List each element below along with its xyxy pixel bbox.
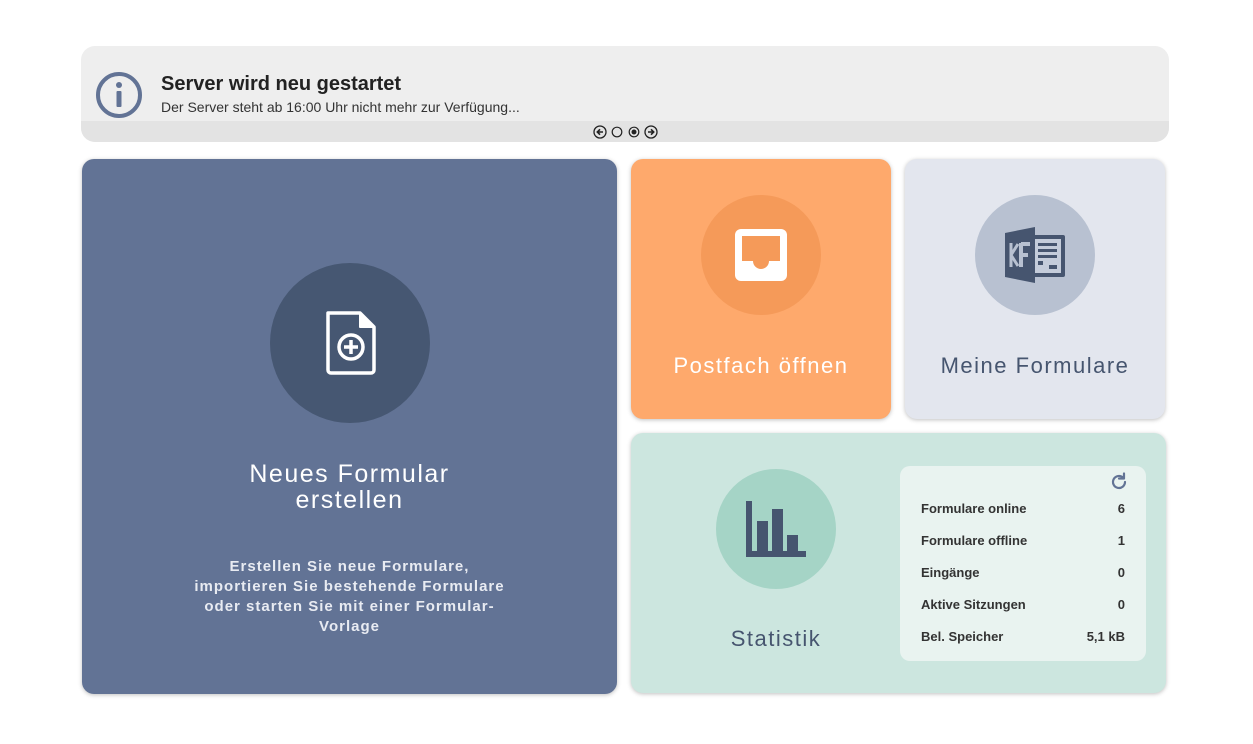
inbox-title: Postfach öffnen bbox=[673, 353, 849, 378]
stat-value: 6 bbox=[1117, 501, 1125, 516]
statistics-title: Statistik bbox=[730, 626, 822, 651]
stat-value: 0 bbox=[1117, 565, 1125, 580]
my-forms-title: Meine Formulare bbox=[940, 353, 1130, 378]
stat-row-forms-offline: Formulare offline 1 bbox=[921, 533, 1125, 553]
inbox-icon-circle bbox=[701, 195, 821, 315]
arrow-left-circle-icon[interactable] bbox=[592, 124, 607, 139]
notification-banner: Server wird neu gestartet Der Server ste… bbox=[81, 46, 1169, 142]
stat-value: 5,1 kB bbox=[1086, 629, 1125, 644]
stat-value: 0 bbox=[1117, 597, 1125, 612]
my-forms-icon-circle bbox=[975, 195, 1095, 315]
arrow-right-circle-icon[interactable] bbox=[643, 124, 658, 139]
bar-chart-icon bbox=[746, 501, 806, 557]
new-form-desc-line1: Erstellen Sie neue Formulare, bbox=[229, 558, 470, 575]
stat-row-used-storage: Bel. Speicher 5,1 kB bbox=[921, 629, 1125, 649]
stat-row-active-sessions: Aktive Sitzungen 0 bbox=[921, 597, 1125, 617]
my-forms-tile[interactable]: Meine Formulare bbox=[905, 159, 1165, 419]
new-form-title: Neues Formular erstellen bbox=[82, 461, 617, 513]
banner-text: Der Server steht ab 16:00 Uhr nicht mehr… bbox=[161, 99, 520, 115]
stat-row-forms-online: Formulare online 6 bbox=[921, 501, 1125, 521]
stat-label: Bel. Speicher bbox=[921, 629, 1004, 644]
info-icon bbox=[96, 72, 142, 118]
new-form-title-line1: Neues Formular bbox=[249, 460, 450, 488]
statistics-panel: Formulare online 6 Formulare offline 1 E… bbox=[900, 466, 1146, 661]
inbox-tile[interactable]: Postfach öffnen bbox=[631, 159, 891, 419]
new-form-description: Erstellen Sie neue Formulare, importiere… bbox=[82, 557, 617, 637]
new-form-title-line2: erstellen bbox=[295, 486, 404, 514]
inbox-icon bbox=[735, 229, 787, 281]
new-form-desc-line4: Vorlage bbox=[319, 618, 380, 635]
document-plus-icon bbox=[326, 311, 376, 375]
banner-title: Server wird neu gestartet bbox=[161, 73, 402, 95]
stat-value: 1 bbox=[1117, 533, 1125, 548]
stat-label: Formulare online bbox=[921, 501, 1027, 516]
statistics-tile: Statistik Formulare online 6 Formulare o… bbox=[631, 433, 1166, 693]
stat-label: Formulare offline bbox=[921, 533, 1028, 548]
carousel-dot-2-active[interactable] bbox=[627, 125, 641, 139]
new-form-desc-line3: oder starten Sie mit einer Formular- bbox=[204, 598, 495, 615]
stat-label: Eingänge bbox=[921, 565, 980, 580]
forms-logo-icon bbox=[1005, 227, 1065, 283]
stat-row-inbox: Eingänge 0 bbox=[921, 565, 1125, 585]
carousel-dot-1[interactable] bbox=[610, 125, 624, 139]
refresh-icon[interactable] bbox=[1109, 472, 1129, 492]
new-form-tile[interactable]: Neues Formular erstellen Erstellen Sie n… bbox=[82, 159, 617, 694]
banner-carousel-nav bbox=[81, 121, 1169, 142]
new-form-icon-circle bbox=[270, 263, 430, 423]
new-form-desc-line2: importieren Sie bestehende Formulare bbox=[194, 578, 505, 595]
statistics-icon-circle bbox=[716, 469, 836, 589]
stat-label: Aktive Sitzungen bbox=[921, 597, 1026, 612]
